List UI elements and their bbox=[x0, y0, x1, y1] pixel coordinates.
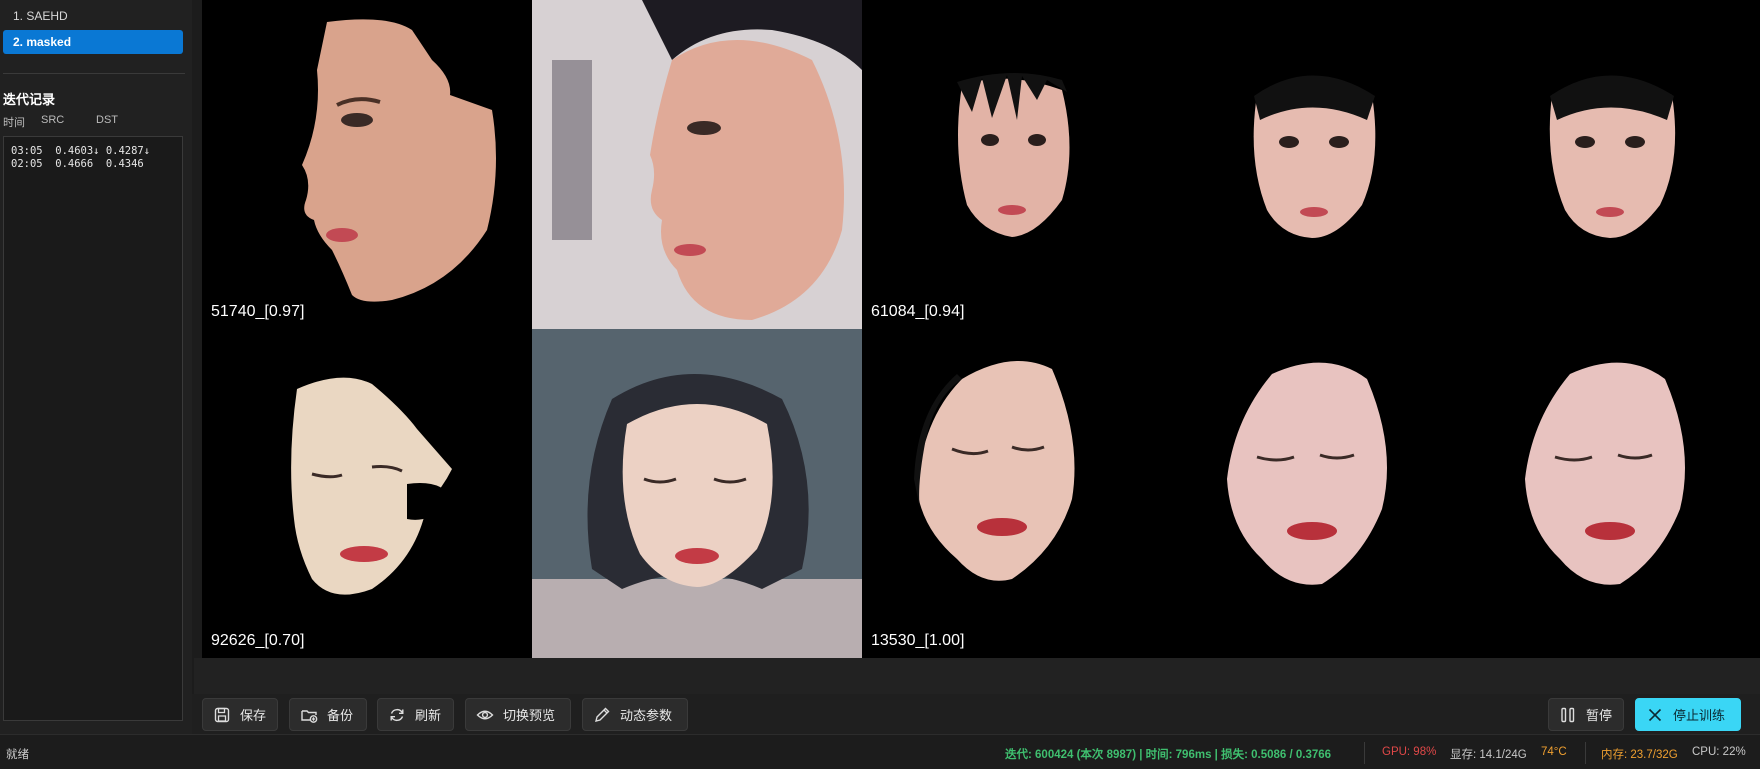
model-item-masked[interactable]: 2. masked bbox=[3, 30, 183, 54]
refresh-icon bbox=[390, 708, 404, 721]
preview-tile-src: 92626_[0.70] bbox=[202, 329, 532, 658]
toggle-preview-button[interactable]: 切换预览 bbox=[465, 698, 571, 731]
status-separator bbox=[1585, 742, 1586, 764]
save-label: 保存 bbox=[240, 708, 267, 723]
face-image bbox=[1227, 362, 1387, 585]
preview-tile-src-pred bbox=[532, 0, 862, 329]
history-title: 迭代记录 bbox=[3, 92, 56, 107]
stop-training-label: 停止训练 bbox=[1673, 708, 1726, 723]
face-image bbox=[532, 0, 862, 329]
status-memory: 内存: 23.7/32G bbox=[1601, 749, 1678, 761]
column-dst: DST bbox=[96, 114, 118, 126]
model-item-saehd[interactable]: 1. SAEHD bbox=[3, 4, 183, 28]
status-separator bbox=[1364, 742, 1365, 764]
sidebar-divider bbox=[3, 73, 185, 74]
face-image bbox=[532, 329, 862, 658]
pause-label: 暂停 bbox=[1586, 708, 1613, 723]
history-list[interactable]: 03:05 0.4603↓ 0.4287↓ 02:05 0.4666 0.434… bbox=[3, 136, 183, 721]
toggle-preview-label: 切换预览 bbox=[503, 708, 556, 723]
preview-tile-dst: 13530_[1.00] bbox=[862, 329, 1162, 658]
preview-grid: 51740_[0.97] 61084_[0.94] 92626_[0.70] 1… bbox=[202, 0, 1760, 658]
status-bar: 就绪 迭代: 600424 (本次 8987) | 时间: 796ms | 损失… bbox=[0, 734, 1760, 769]
pause-button[interactable]: 暂停 bbox=[1548, 698, 1624, 731]
save-icon bbox=[214, 707, 230, 722]
history-row: 03:05 0.4603↓ 0.4287↓ bbox=[11, 145, 151, 157]
status-gpu: GPU: 98% bbox=[1382, 746, 1437, 758]
preview-tile-dst: 61084_[0.94] bbox=[862, 0, 1162, 329]
column-time: 时间 bbox=[3, 117, 25, 129]
backup-button[interactable]: 备份 bbox=[289, 698, 367, 731]
pause-icon bbox=[1561, 707, 1575, 722]
preview-scroll-area bbox=[194, 658, 1760, 694]
status-iteration: 迭代: 600424 (本次 8987) | 时间: 796ms | 损失: 0… bbox=[1005, 749, 1332, 761]
folder-plus-icon bbox=[301, 709, 318, 723]
tile-label: 51740_[0.97] bbox=[211, 303, 305, 320]
stop-training-button[interactable]: 停止训练 bbox=[1635, 698, 1741, 731]
status-vram: 显存: 14.1/24G bbox=[1450, 749, 1527, 761]
face-image bbox=[914, 361, 1075, 581]
training-window: 1. SAEHD 2. masked 迭代记录 时间 SRC DST 03:05… bbox=[0, 0, 1760, 769]
dynamic-params-label: 动态参数 bbox=[620, 708, 673, 723]
tile-label: 61084_[0.94] bbox=[871, 303, 965, 320]
toolbar: 保存 备份 刷新 切换预览 动态参数 暂停 停止训练 bbox=[192, 694, 1760, 734]
status-ready: 就绪 bbox=[6, 749, 29, 761]
refresh-label: 刷新 bbox=[415, 708, 442, 723]
backup-label: 备份 bbox=[327, 708, 354, 723]
preview-tile-src-pred bbox=[532, 329, 862, 658]
column-src: SRC bbox=[41, 114, 65, 126]
save-button[interactable]: 保存 bbox=[202, 698, 278, 731]
sidebar: 1. SAEHD 2. masked 迭代记录 时间 SRC DST 03:05… bbox=[0, 0, 192, 734]
refresh-button[interactable]: 刷新 bbox=[377, 698, 454, 731]
pencil-icon bbox=[595, 707, 610, 722]
face-image bbox=[1525, 362, 1685, 585]
status-cpu: CPU: 22% bbox=[1692, 746, 1746, 758]
status-temp: 74°C bbox=[1541, 746, 1567, 758]
tile-label: 92626_[0.70] bbox=[211, 632, 305, 649]
preview-tile-dst-pred bbox=[1162, 0, 1462, 329]
face-image bbox=[1549, 75, 1676, 238]
face-image bbox=[1253, 75, 1376, 238]
dynamic-params-button[interactable]: 动态参数 bbox=[582, 698, 688, 731]
face-image bbox=[957, 72, 1070, 237]
close-icon bbox=[1648, 708, 1662, 721]
history-row: 02:05 0.4666 0.4346 bbox=[11, 158, 144, 170]
face-image bbox=[291, 377, 452, 595]
preview-tile-swap bbox=[1462, 0, 1760, 329]
eye-icon bbox=[476, 710, 494, 719]
preview-tile-src: 51740_[0.97] bbox=[202, 0, 532, 329]
preview-tile-dst-pred bbox=[1162, 329, 1462, 658]
preview-tile-swap bbox=[1462, 329, 1760, 658]
face-image bbox=[302, 19, 496, 302]
tile-label: 13530_[1.00] bbox=[871, 632, 965, 649]
